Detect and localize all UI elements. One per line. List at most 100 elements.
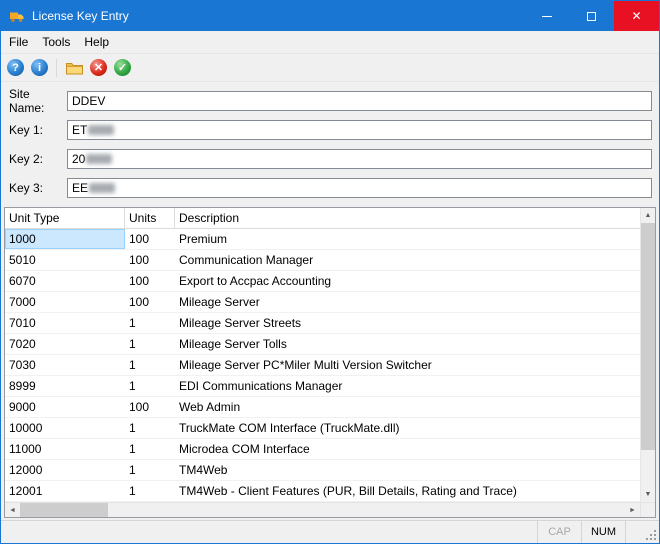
unit-type-cell[interactable]: 7020 [5,334,125,354]
key2-input[interactable]: 20 [67,149,652,169]
units-cell[interactable]: 1 [125,418,175,438]
column-header-description[interactable]: Description [175,208,640,228]
unit-type-cell[interactable]: 7030 [5,355,125,375]
description-cell[interactable]: TM4Web - Client Features (PUR, Bill Deta… [175,481,640,501]
unit-type-cell[interactable]: 9000 [5,397,125,417]
titlebar[interactable]: License Key Entry ✕ [1,1,659,31]
scroll-down-icon[interactable]: ▼ [641,487,655,502]
units-cell[interactable]: 100 [125,250,175,270]
scroll-left-icon[interactable]: ◄ [5,503,20,517]
key2-value: 20 [72,152,85,166]
vertical-scroll-track[interactable] [641,223,655,487]
table-row[interactable]: 7010 1 Mileage Server Streets [5,313,640,334]
description-cell[interactable]: TM4Web [175,460,640,480]
maximize-button[interactable] [569,1,614,31]
unit-type-cell[interactable]: 10000 [5,418,125,438]
key2-masked-text [86,154,112,164]
description-cell[interactable]: Mileage Server Streets [175,313,640,333]
help-icon: ? [12,62,19,74]
key3-input[interactable]: EE [67,178,652,198]
site-name-row: Site Name: DDEV [9,91,652,111]
column-header-unit-type[interactable]: Unit Type [5,208,125,228]
description-cell[interactable]: EDI Communications Manager [175,376,640,396]
unit-type-cell[interactable]: 11000 [5,439,125,459]
truck-logo-icon [9,8,25,24]
minimize-icon [542,16,552,17]
units-cell[interactable]: 1 [125,460,175,480]
description-cell[interactable]: Web Admin [175,397,640,417]
unit-type-cell[interactable]: 5010 [5,250,125,270]
table-row[interactable]: 7020 1 Mileage Server Tolls [5,334,640,355]
check-icon: ✓ [118,61,127,74]
license-key-entry-window: License Key Entry ✕ File Tools Help ? i [0,0,660,544]
horizontal-scroll-track[interactable] [108,503,625,517]
units-cell[interactable]: 1 [125,334,175,354]
scroll-up-icon[interactable]: ▲ [641,208,655,223]
table-row[interactable]: 12000 1 TM4Web [5,460,640,481]
site-name-input[interactable]: DDEV [67,91,652,111]
license-form: Site Name: DDEV Key 1: ET Key 2: 20 Key … [1,82,659,207]
horizontal-scrollbar[interactable]: ◄ ► [5,502,655,517]
units-cell[interactable]: 1 [125,439,175,459]
license-units-table: Unit Type Units Description 1000 100 Pre… [4,207,656,518]
table-row[interactable]: 8999 1 EDI Communications Manager [5,376,640,397]
description-cell[interactable]: Communication Manager [175,250,640,270]
description-cell[interactable]: Mileage Server PC*Miler Multi Version Sw… [175,355,640,375]
key1-input[interactable]: ET [67,120,652,140]
description-cell[interactable]: Premium [175,229,640,249]
table-row[interactable]: 1000 100 Premium [5,229,640,250]
table-row[interactable]: 10000 1 TruckMate COM Interface (TruckMa… [5,418,640,439]
menu-tools[interactable]: Tools [35,31,77,53]
vertical-scrollbar[interactable]: ▲ ▼ [640,208,655,502]
toolbar: ? i ✕ ✓ [1,54,659,82]
table-row[interactable]: 11000 1 Microdea COM Interface [5,439,640,460]
app-icon[interactable] [9,8,25,24]
table-row[interactable]: 6070 100 Export to Accpac Accounting [5,271,640,292]
units-cell[interactable]: 100 [125,292,175,312]
unit-type-cell[interactable]: 7010 [5,313,125,333]
unit-type-cell[interactable]: 8999 [5,376,125,396]
resize-grip[interactable] [625,521,659,543]
scroll-right-icon[interactable]: ► [625,503,640,517]
description-cell[interactable]: Mileage Server [175,292,640,312]
table-row[interactable]: 7030 1 Mileage Server PC*Miler Multi Ver… [5,355,640,376]
menu-bar: File Tools Help [1,31,659,54]
close-button[interactable]: ✕ [614,1,659,31]
units-cell[interactable]: 1 [125,355,175,375]
minimize-button[interactable] [524,1,569,31]
key1-masked-text [88,125,114,135]
unit-type-cell[interactable]: 12000 [5,460,125,480]
cancel-button[interactable]: ✕ [90,59,107,76]
menu-help[interactable]: Help [77,31,116,53]
window-title: License Key Entry [30,9,524,23]
ok-button[interactable]: ✓ [114,59,131,76]
units-cell[interactable]: 1 [125,313,175,333]
table-row[interactable]: 12001 1 TM4Web - Client Features (PUR, B… [5,481,640,502]
key2-label: Key 2: [9,152,67,166]
help-button[interactable]: ? [7,59,24,76]
horizontal-scroll-thumb[interactable] [20,503,108,517]
units-cell[interactable]: 100 [125,229,175,249]
cancel-icon: ✕ [94,61,103,74]
description-cell[interactable]: TruckMate COM Interface (TruckMate.dll) [175,418,640,438]
vertical-scroll-thumb[interactable] [641,223,655,450]
units-cell[interactable]: 100 [125,271,175,291]
description-cell[interactable]: Export to Accpac Accounting [175,271,640,291]
table-row[interactable]: 9000 100 Web Admin [5,397,640,418]
unit-type-cell[interactable]: 1000 [5,229,125,249]
unit-type-cell[interactable]: 7000 [5,292,125,312]
table-row[interactable]: 5010 100 Communication Manager [5,250,640,271]
description-cell[interactable]: Mileage Server Tolls [175,334,640,354]
table-row[interactable]: 7000 100 Mileage Server [5,292,640,313]
about-button[interactable]: i [31,59,48,76]
unit-type-cell[interactable]: 6070 [5,271,125,291]
table-inner: Unit Type Units Description 1000 100 Pre… [5,208,655,502]
open-button[interactable] [65,59,83,77]
column-header-units[interactable]: Units [125,208,175,228]
description-cell[interactable]: Microdea COM Interface [175,439,640,459]
units-cell[interactable]: 100 [125,397,175,417]
menu-file[interactable]: File [2,31,35,53]
units-cell[interactable]: 1 [125,481,175,501]
units-cell[interactable]: 1 [125,376,175,396]
unit-type-cell[interactable]: 12001 [5,481,125,501]
